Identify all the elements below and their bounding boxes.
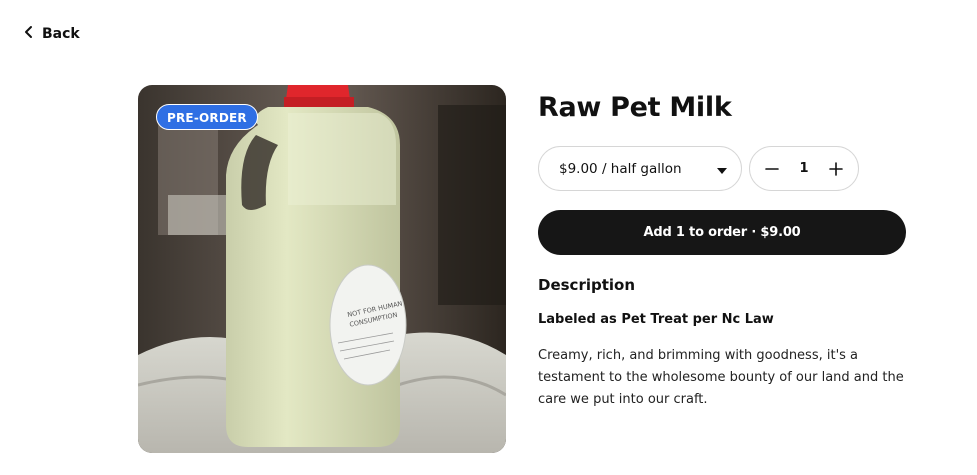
variant-selected-value: $9.00 / half gallon [559, 160, 682, 177]
description-subheading: Labeled as Pet Treat per Nc Law [538, 312, 774, 327]
back-button[interactable]: Back [22, 24, 80, 43]
description-body: Creamy, rich, and brimming with goodness… [538, 348, 904, 407]
quantity-stepper: 1 [749, 146, 859, 191]
product-image: NOT FOR HUMAN CONSUMPTION PRE-ORDER [138, 85, 506, 453]
quantity-value: 1 [799, 161, 809, 176]
increment-button[interactable] [826, 159, 846, 179]
decrement-button[interactable] [762, 159, 782, 179]
caret-down-icon [717, 159, 727, 178]
pre-order-badge: PRE-ORDER [156, 104, 258, 130]
back-label: Back [42, 25, 80, 42]
variant-select[interactable]: $9.00 / half gallon [538, 146, 742, 191]
chevron-left-icon [22, 24, 36, 43]
add-to-order-button[interactable]: Add 1 to order · $9.00 [538, 210, 906, 255]
plus-icon [829, 161, 843, 176]
product-title: Raw Pet Milk [538, 92, 732, 123]
minus-icon [765, 167, 779, 170]
description-heading: Description [538, 276, 636, 294]
